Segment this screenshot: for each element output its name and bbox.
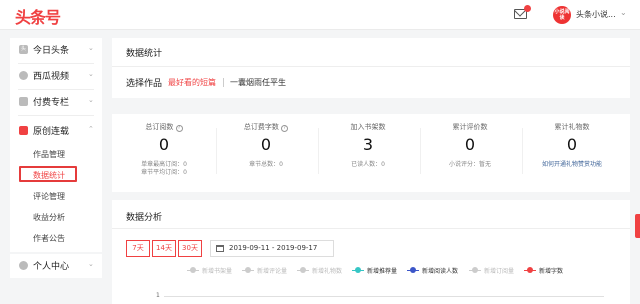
chevron-down-icon: ⌄ xyxy=(88,70,94,78)
analysis-panel: 数据分析 7天 14天 30天 2019-09-11 - 2019-09-17 … xyxy=(112,200,630,304)
chevron-down-icon: ⌄ xyxy=(88,260,94,268)
stat-sub: 小说评分：暂无 xyxy=(448,161,491,168)
stat-reviews: 累计评价数 0 小说评分：暂无 xyxy=(420,114,520,194)
divider xyxy=(112,66,630,67)
select-work-label: 选择作品 xyxy=(126,79,163,89)
avatar[interactable]: 小说阅读 xyxy=(553,6,571,24)
toutiao-logo[interactable]: 头条号 xyxy=(15,4,61,28)
stat-label: 累计评价数 xyxy=(452,123,488,131)
legend-swatch-dot xyxy=(300,267,306,273)
help-icon[interactable]: ? xyxy=(175,125,183,132)
stat-sub: 章节平均订阅：0 xyxy=(141,169,187,176)
feedback-tab[interactable] xyxy=(635,214,640,238)
stat-sub: 章节总数：0 xyxy=(249,161,283,168)
notification-badge xyxy=(524,5,531,12)
stat-total-subscriptions: 总订阅数 ? 0 单章最高订阅：0 章节平均订阅：0 xyxy=(114,114,214,194)
stat-value: 0 xyxy=(158,135,170,154)
legend-swatch-dot xyxy=(245,267,251,273)
stat-label: 加入书架数 xyxy=(350,123,386,131)
account-name[interactable]: 头条小说... xyxy=(576,9,616,20)
subnav-works[interactable]: 作品管理 xyxy=(33,149,65,160)
divider xyxy=(18,115,94,116)
date-range-picker[interactable]: 2019-09-11 - 2019-09-17 xyxy=(210,240,334,257)
legend-label: 新增推荐量 xyxy=(367,268,398,275)
sidebar-item-label: 付费专栏 xyxy=(33,98,70,108)
legend-label: 新增礼物数 xyxy=(312,268,343,275)
column-icon xyxy=(19,97,28,106)
work-tab-2[interactable]: 一囊烟雨任平生 xyxy=(230,77,286,88)
grid-line xyxy=(164,296,604,297)
sidebar-item-column[interactable]: 付费专栏 ⌄ xyxy=(10,90,102,114)
sidebar: 头 今日头条 ⌄ 西瓜视频 ⌄ 付费专栏 ⌄ 原创连载 ⌃ 作品管理 数据统计 … xyxy=(10,38,102,252)
top-bar: 头条号 小说阅读 头条小说... ⌄ xyxy=(0,0,640,30)
legend-label: 新增书架量 xyxy=(202,268,233,275)
stat-paid-words: 总订费字数 ? 0 章节总数：0 xyxy=(216,114,316,194)
sidebar-item-xigua[interactable]: 西瓜视频 ⌄ xyxy=(10,64,102,88)
calendar-icon xyxy=(216,245,224,252)
sidebar-item-label: 个人中心 xyxy=(33,262,70,272)
book-icon xyxy=(19,126,28,135)
stat-value: 0 xyxy=(260,135,272,154)
chevron-down-icon: ⌄ xyxy=(88,96,94,104)
xigua-icon xyxy=(19,71,28,80)
chart-legend: 新增书架量 新增评论量 新增礼物数 新增推荐量 新增阅读人数 新增订阅量 新增字… xyxy=(187,266,587,276)
range-30-days-button[interactable]: 30天 xyxy=(178,240,202,257)
help-icon[interactable]: ? xyxy=(281,125,289,132)
legend-label: 新增评论量 xyxy=(257,268,288,275)
subnav-comments[interactable]: 评论管理 xyxy=(33,191,65,202)
work-tab-1[interactable]: 最好看的短篇 xyxy=(168,77,216,88)
stat-gifts: 累计礼物数 0 如何开通礼物赞赏功能 xyxy=(522,114,622,194)
stat-label: 总订费字数 xyxy=(243,123,279,131)
stat-label: 总订阅数 xyxy=(145,123,174,131)
stat-bookshelf: 加入书架数 3 已读人数：0 xyxy=(318,114,418,194)
legend-swatch-dot xyxy=(355,267,361,273)
sidebar-item-serial[interactable]: 原创连载 ⌃ xyxy=(10,119,102,143)
legend-swatch-dot xyxy=(527,267,533,273)
chevron-down-icon: ⌄ xyxy=(88,44,94,52)
y-axis-tick: 1 xyxy=(156,292,160,299)
subnav-stats[interactable]: 数据统计 xyxy=(33,170,65,181)
stat-sub: 已读人数：0 xyxy=(351,161,385,168)
toutiao-icon: 头 xyxy=(19,45,28,54)
stats-summary-panel: 总订阅数 ? 0 单章最高订阅：0 章节平均订阅：0 总订费字数 ? 0 章节总… xyxy=(112,114,630,192)
sidebar-personal: 个人中心 ⌄ xyxy=(10,254,102,278)
gift-help-link[interactable]: 如何开通礼物赞赏功能 xyxy=(522,161,622,169)
stat-value: 3 xyxy=(362,135,374,154)
range-14-days-button[interactable]: 14天 xyxy=(152,240,176,257)
stat-value: 0 xyxy=(464,135,476,154)
section-title: 数据分析 xyxy=(126,213,163,223)
divider xyxy=(223,78,224,87)
sidebar-item-personal[interactable]: 个人中心 ⌄ xyxy=(10,254,102,278)
legend-label: 新增订阅量 xyxy=(484,268,515,275)
user-icon xyxy=(19,261,28,270)
stat-label: 累计礼物数 xyxy=(554,123,590,131)
sidebar-item-label: 今日头条 xyxy=(33,46,70,56)
stat-value: 0 xyxy=(566,135,578,154)
subnav-notice[interactable]: 作者公告 xyxy=(33,233,65,244)
sidebar-item-toutiao[interactable]: 头 今日头条 ⌄ xyxy=(10,38,102,62)
range-7-days-button[interactable]: 7天 xyxy=(126,240,150,257)
chevron-down-icon[interactable]: ⌄ xyxy=(620,8,627,17)
divider xyxy=(112,228,630,229)
legend-swatch-dot xyxy=(472,267,478,273)
page-title: 数据统计 xyxy=(126,49,163,59)
stat-sub: 单章最高订阅：0 xyxy=(141,161,187,168)
date-range-text: 2019-09-11 - 2019-09-17 xyxy=(229,244,318,252)
legend-label: 新增字数 xyxy=(539,268,564,275)
subnav-income[interactable]: 收益分析 xyxy=(33,212,65,223)
legend-swatch-dot xyxy=(410,267,416,273)
legend-label: 新增阅读人数 xyxy=(422,268,459,275)
sidebar-item-label: 西瓜视频 xyxy=(33,72,70,82)
legend-swatch-dot xyxy=(190,267,196,273)
sidebar-item-label: 原创连载 xyxy=(33,127,70,137)
stats-header-panel: 数据统计 选择作品 最好看的短篇 一囊烟雨任平生 xyxy=(112,38,630,98)
chevron-up-icon: ⌃ xyxy=(88,125,94,133)
